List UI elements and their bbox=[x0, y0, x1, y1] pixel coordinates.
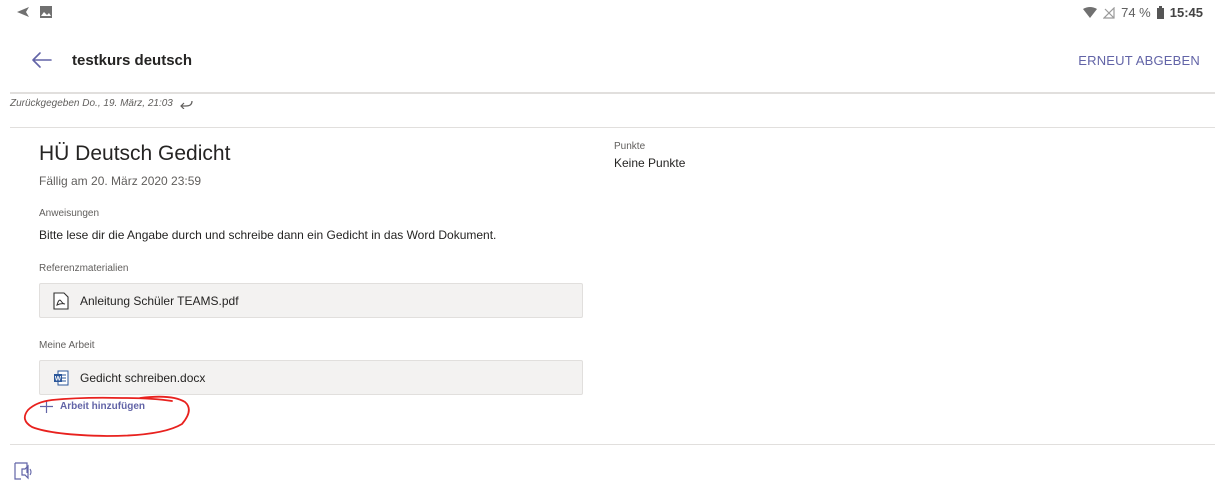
back-arrow-icon[interactable] bbox=[30, 48, 54, 72]
reference-file-name: Anleitung Schüler TEAMS.pdf bbox=[80, 293, 239, 308]
my-work-file-name: Gedicht schreiben.docx bbox=[80, 370, 206, 385]
returned-text: Zurückgegeben Do., 19. März, 21:03 bbox=[10, 98, 173, 109]
reference-materials-label: Referenzmaterialien bbox=[39, 263, 129, 274]
points-label: Punkte bbox=[614, 141, 646, 152]
svg-text:W: W bbox=[55, 375, 62, 382]
image-icon bbox=[40, 6, 52, 18]
red-annotation-circle bbox=[23, 395, 190, 437]
send-icon bbox=[17, 7, 29, 17]
points-value: Keine Punkte bbox=[614, 156, 686, 170]
resubmit-button[interactable]: ERNEUT ABGEBEN bbox=[1078, 53, 1200, 68]
app-bar: testkurs deutsch ERNEUT ABGEBEN bbox=[0, 40, 1215, 84]
my-work-file-card[interactable]: W Gedicht schreiben.docx bbox=[39, 360, 583, 395]
battery-percent: 74 % bbox=[1121, 5, 1151, 20]
reference-file-card[interactable]: Anleitung Schüler TEAMS.pdf bbox=[39, 283, 583, 318]
instructions-label: Anweisungen bbox=[39, 208, 100, 219]
course-title: testkurs deutsch bbox=[72, 52, 193, 69]
instructions-text: Bitte lese dir die Angabe durch und schr… bbox=[39, 228, 497, 242]
pdf-file-icon bbox=[52, 291, 70, 310]
my-work-label: Meine Arbeit bbox=[39, 340, 95, 351]
returned-note: Zurückgegeben Do., 19. März, 21:03 bbox=[10, 98, 193, 109]
status-bar: 74 % 15:45 bbox=[0, 0, 1215, 26]
immersive-reader-icon[interactable] bbox=[12, 460, 34, 482]
assignment-title: HÜ Deutsch Gedicht bbox=[39, 142, 231, 165]
return-arrow-icon bbox=[180, 100, 193, 109]
battery-icon bbox=[1156, 6, 1164, 19]
divider bbox=[10, 444, 1215, 445]
clock: 15:45 bbox=[1169, 5, 1203, 20]
word-file-icon: W bbox=[52, 369, 70, 387]
divider bbox=[10, 92, 1215, 94]
due-date: Fällig am 20. März 2020 23:59 bbox=[39, 174, 202, 188]
wifi-icon bbox=[1083, 7, 1098, 18]
divider bbox=[10, 127, 1215, 128]
no-signal-icon bbox=[1103, 6, 1115, 19]
